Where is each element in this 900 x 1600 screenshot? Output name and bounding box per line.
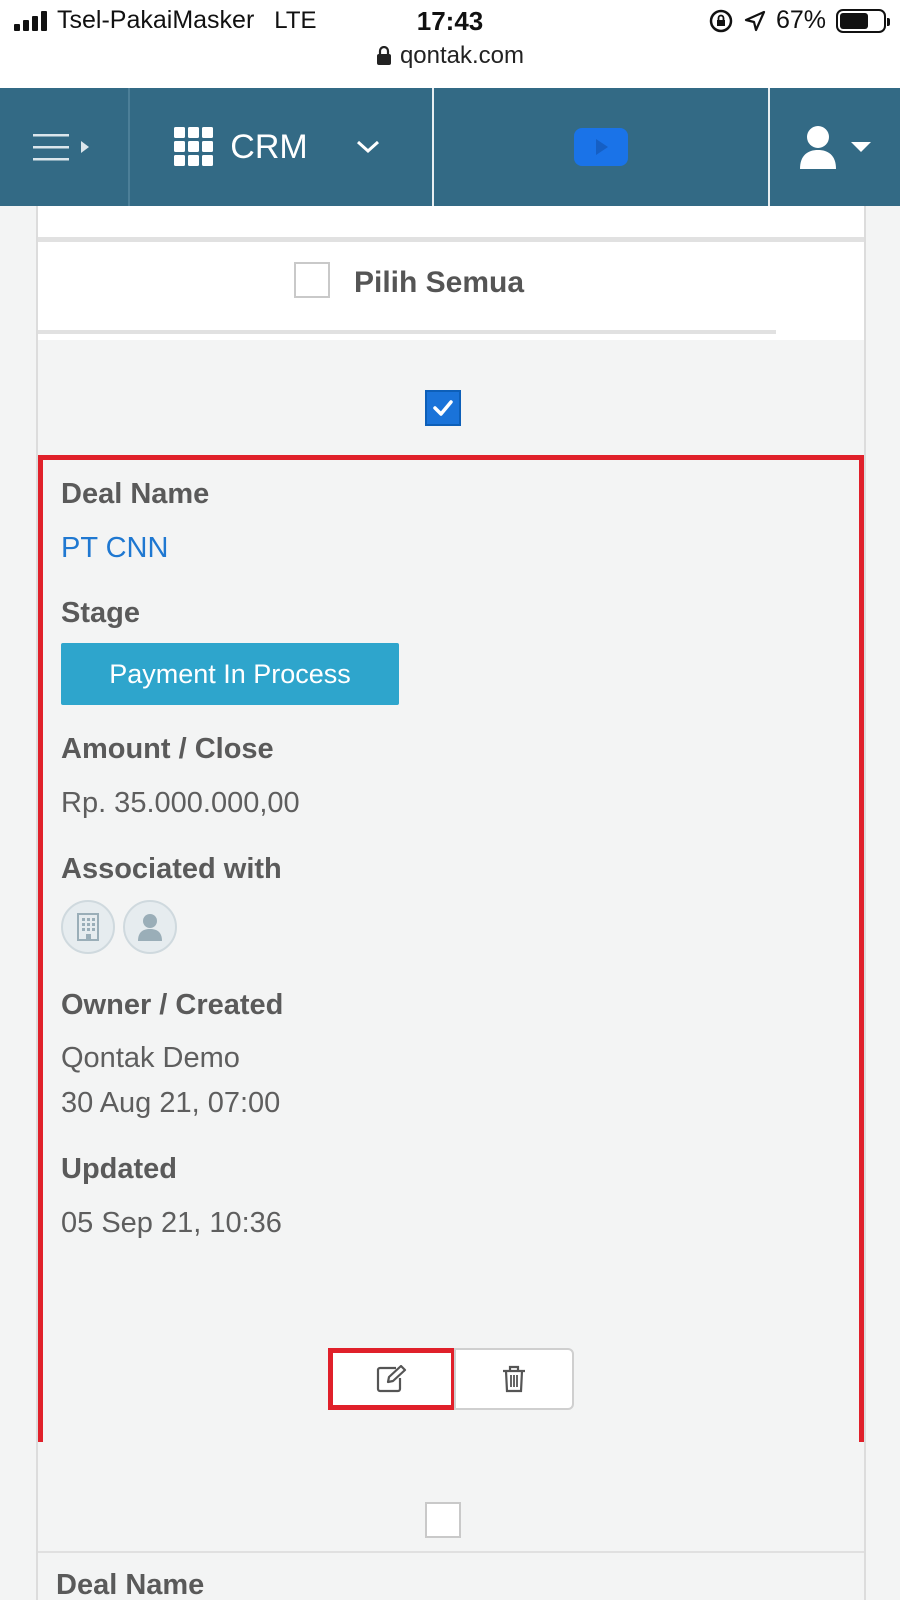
chevron-down-icon <box>356 140 379 154</box>
delete-button[interactable] <box>454 1348 574 1410</box>
deal-actions <box>328 1348 574 1410</box>
user-menu-button[interactable] <box>770 88 900 206</box>
next-deal-checkbox[interactable] <box>425 1502 461 1538</box>
associated-list <box>61 900 177 954</box>
trash-icon <box>503 1365 525 1393</box>
location-arrow-icon <box>744 10 766 31</box>
app-name: CRM <box>230 127 308 166</box>
stage-label: Stage <box>61 597 140 629</box>
deal-checkbox[interactable] <box>425 390 461 426</box>
frame-right <box>864 206 900 1600</box>
app-switcher-dropdown[interactable]: CRM <box>130 88 434 206</box>
created-value: 30 Aug 21, 07:00 <box>61 1087 281 1119</box>
owner-value: Qontak Demo <box>61 1042 240 1074</box>
rotation-lock-icon <box>709 9 733 32</box>
divider <box>38 330 776 334</box>
status-right: 67% <box>708 6 890 35</box>
battery-icon <box>836 8 890 33</box>
url-text: qontak.com <box>399 42 525 69</box>
select-all-label[interactable]: Pilih Semua <box>354 266 524 300</box>
person-icon[interactable] <box>123 900 177 954</box>
grid-apps-icon <box>174 127 214 166</box>
status-bar: Tsel-PakaiMasker LTE 17:43 67% qontak.co… <box>0 0 900 88</box>
deal-list: Pilih Semua Deal Name PT CNN Stage Payme… <box>0 206 900 1600</box>
user-avatar-icon <box>800 126 836 169</box>
updated-value: 05 Sep 21, 10:36 <box>61 1207 282 1239</box>
associated-label: Associated with <box>61 853 282 885</box>
amount-label: Amount / Close <box>61 733 274 765</box>
list-top-strip <box>38 206 864 242</box>
select-all-checkbox[interactable] <box>294 262 330 298</box>
deal-select-row <box>38 340 864 460</box>
amount-value: Rp. 35.000.000,00 <box>61 787 300 819</box>
battery-percent: 67% <box>775 6 826 34</box>
menu-toggle-button[interactable] <box>0 88 130 206</box>
address-bar[interactable]: qontak.com <box>0 42 900 70</box>
select-all-row: Pilih Semua <box>38 242 864 340</box>
owner-label: Owner / Created <box>61 989 284 1021</box>
video-play-icon <box>574 128 628 166</box>
video-tutorial-button[interactable] <box>434 88 770 206</box>
battery-fill <box>840 12 869 29</box>
deal-name-label: Deal Name <box>61 478 210 510</box>
deal-name-link[interactable]: PT CNN <box>61 532 168 565</box>
edit-icon <box>376 1365 407 1393</box>
edit-button[interactable] <box>328 1348 456 1410</box>
updated-label: Updated <box>61 1153 177 1185</box>
app-header: CRM <box>0 88 900 206</box>
next-deal-card: Deal Name <box>38 1551 864 1600</box>
stage-badge: Payment In Process <box>61 643 399 705</box>
checkmark-icon <box>433 400 453 416</box>
next-deal-name-label: Deal Name <box>56 1569 205 1600</box>
deal-card: Deal Name PT CNN Stage Payment In Proces… <box>38 455 864 1600</box>
hamburger-icon <box>33 134 89 161</box>
lock-icon <box>376 46 391 65</box>
caret-down-icon <box>851 142 871 152</box>
frame-left <box>0 206 38 1600</box>
building-icon[interactable] <box>61 900 115 954</box>
